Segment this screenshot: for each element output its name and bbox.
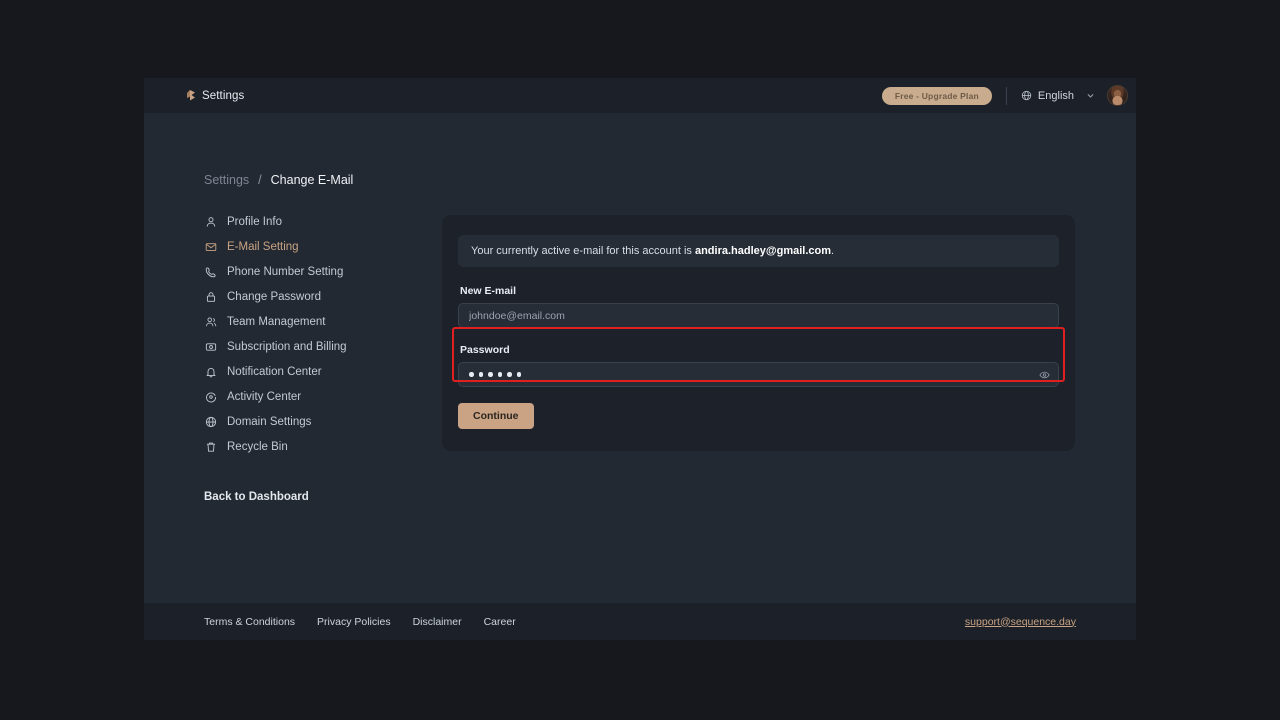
user-icon	[204, 215, 217, 228]
info-prefix: Your currently active e-mail for this ac…	[471, 245, 695, 257]
app-footer: Terms & Conditions Privacy Policies Disc…	[144, 603, 1136, 640]
upgrade-plan-badge[interactable]: Free - Upgrade Plan	[881, 86, 992, 105]
globe-icon	[1021, 90, 1032, 101]
app-body: Settings / Change E-Mail Profile Info E-…	[144, 113, 1136, 603]
sidebar-item-subscription-and-billing[interactable]: Subscription and Billing	[204, 334, 444, 359]
current-email-value: andira.hadley@gmail.com	[694, 245, 832, 257]
avatar[interactable]	[1107, 85, 1128, 106]
sidebar-item-notification-center[interactable]: Notification Center	[204, 359, 444, 384]
sidebar-item-profile-info[interactable]: Profile Info	[204, 209, 444, 234]
sidebar-item-label: Phone Number Setting	[227, 265, 344, 278]
current-email-info: Your currently active e-mail for this ac…	[458, 235, 1059, 267]
globe-icon	[204, 415, 217, 428]
eye-icon[interactable]	[1039, 369, 1050, 380]
sidebar-item-phone-number-setting[interactable]: Phone Number Setting	[204, 259, 444, 284]
chevron-down-icon[interactable]	[1086, 91, 1095, 100]
password-dot	[507, 372, 512, 377]
language-selector[interactable]: English	[1021, 90, 1095, 102]
header-right-group: Free - Upgrade Plan English	[881, 85, 1128, 106]
footer-link-terms[interactable]: Terms & Conditions	[204, 616, 295, 628]
password-input-wrap[interactable]	[458, 362, 1059, 387]
app-title: Settings	[202, 89, 245, 102]
password-input[interactable]	[458, 362, 1059, 387]
sidebar-item-label: Team Management	[227, 315, 326, 328]
password-dot	[469, 372, 474, 377]
app-header: Settings Free - Upgrade Plan English	[144, 78, 1136, 113]
sidebar-item-domain-settings[interactable]: Domain Settings	[204, 409, 444, 434]
new-email-input[interactable]	[458, 303, 1059, 328]
sidebar-item-label: Profile Info	[227, 215, 282, 228]
sidebar-item-email-setting[interactable]: E-Mail Setting	[204, 234, 444, 259]
new-email-label: New E-mail	[460, 285, 517, 297]
breadcrumb-separator: /	[258, 173, 262, 187]
breadcrumb: Settings / Change E-Mail	[204, 173, 444, 187]
footer-link-privacy[interactable]: Privacy Policies	[317, 616, 391, 628]
sidebar-item-label: E-Mail Setting	[227, 240, 299, 253]
header-divider	[1005, 86, 1007, 105]
credit-card-icon	[204, 340, 217, 353]
app-window: Settings Free - Upgrade Plan English Set…	[144, 78, 1136, 640]
change-email-card: Your currently active e-mail for this ac…	[442, 215, 1075, 451]
password-dot	[478, 372, 483, 377]
password-dot	[516, 372, 521, 377]
sidebar-item-team-management[interactable]: Team Management	[204, 309, 444, 334]
sidebar-item-label: Change Password	[227, 290, 321, 303]
breadcrumb-settings[interactable]: Settings	[204, 173, 249, 187]
settings-nav-list: Profile Info E-Mail Setting Phone Number…	[204, 209, 444, 459]
info-suffix: .	[831, 245, 835, 257]
trash-icon	[204, 440, 217, 453]
sequence-logo-icon	[182, 88, 198, 104]
sidebar-item-recycle-bin[interactable]: Recycle Bin	[204, 434, 444, 459]
sidebar-item-change-password[interactable]: Change Password	[204, 284, 444, 309]
password-dot	[488, 372, 493, 377]
sidebar-item-label: Recycle Bin	[227, 440, 288, 453]
sidebar-item-label: Subscription and Billing	[227, 340, 347, 353]
sidebar-item-activity-center[interactable]: Activity Center	[204, 384, 444, 409]
sidebar-item-label: Notification Center	[227, 365, 322, 378]
bell-icon	[204, 365, 217, 378]
back-to-dashboard-link[interactable]: Back to Dashboard	[204, 491, 444, 503]
password-label: Password	[460, 344, 510, 356]
footer-links: Terms & Conditions Privacy Policies Disc…	[204, 616, 516, 628]
breadcrumb-current: Change E-Mail	[270, 173, 354, 187]
mail-icon	[204, 240, 217, 253]
settings-sidebar: Settings / Change E-Mail Profile Info E-…	[144, 113, 444, 503]
sidebar-item-label: Domain Settings	[227, 415, 312, 428]
password-group: Password	[458, 344, 1059, 387]
password-dot	[497, 372, 502, 377]
sidebar-item-label: Activity Center	[227, 390, 302, 403]
phone-icon	[204, 265, 217, 278]
support-email-link[interactable]: support@sequence.day	[965, 616, 1076, 628]
users-icon	[204, 315, 217, 328]
language-label: English	[1037, 89, 1074, 102]
activity-icon	[204, 390, 217, 403]
footer-link-disclaimer[interactable]: Disclaimer	[413, 616, 462, 628]
lock-icon	[204, 290, 217, 303]
continue-button[interactable]: Continue	[458, 403, 534, 429]
footer-link-career[interactable]: Career	[484, 616, 516, 628]
